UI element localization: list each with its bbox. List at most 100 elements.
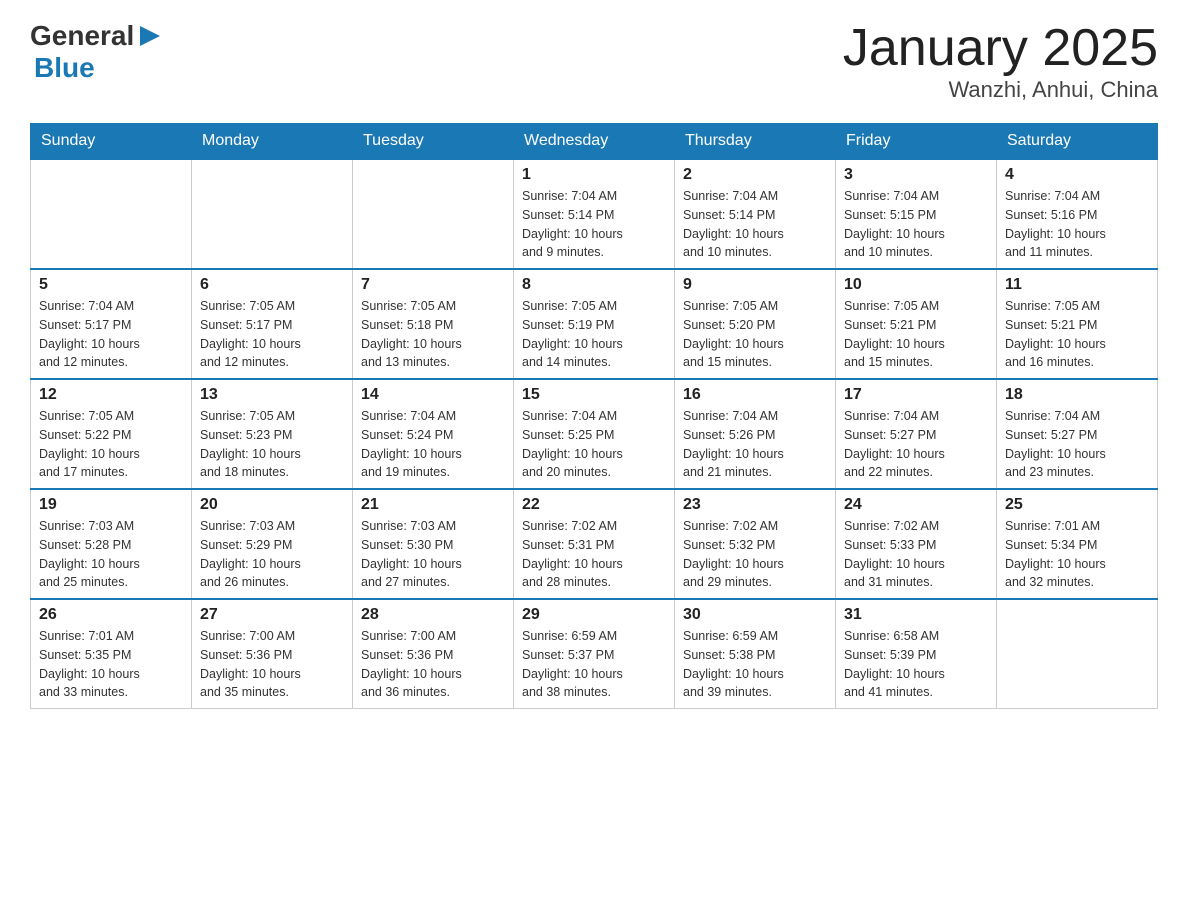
calendar-cell: 3 Sunrise: 7:04 AM Sunset: 5:15 PM Daylig… [836, 159, 997, 269]
day-info: Sunrise: 7:05 AM Sunset: 5:21 PM Dayligh… [844, 297, 988, 372]
calendar-cell [997, 599, 1158, 709]
logo-icon [136, 22, 164, 50]
day-info: Sunrise: 7:04 AM Sunset: 5:14 PM Dayligh… [683, 187, 827, 262]
day-info: Sunrise: 7:00 AM Sunset: 5:36 PM Dayligh… [200, 627, 344, 702]
day-info: Sunrise: 7:04 AM Sunset: 5:24 PM Dayligh… [361, 407, 505, 482]
day-info: Sunrise: 7:05 AM Sunset: 5:22 PM Dayligh… [39, 407, 183, 482]
day-info: Sunrise: 7:05 AM Sunset: 5:17 PM Dayligh… [200, 297, 344, 372]
day-number: 8 [522, 276, 666, 294]
weekday-header-row: SundayMondayTuesdayWednesdayThursdayFrid… [31, 124, 1158, 160]
day-number: 25 [1005, 496, 1149, 514]
day-info: Sunrise: 6:58 AM Sunset: 5:39 PM Dayligh… [844, 627, 988, 702]
day-info: Sunrise: 7:00 AM Sunset: 5:36 PM Dayligh… [361, 627, 505, 702]
calendar-cell: 21 Sunrise: 7:03 AM Sunset: 5:30 PM Dayli… [353, 489, 514, 599]
week-row-2: 5Sunrise: 7:04 AM Sunset: 5:17 PM Daylig… [31, 269, 1158, 379]
day-info: Sunrise: 7:04 AM Sunset: 5:15 PM Dayligh… [844, 187, 988, 262]
day-info: Sunrise: 7:04 AM Sunset: 5:16 PM Dayligh… [1005, 187, 1149, 262]
day-number: 17 [844, 386, 988, 404]
day-info: Sunrise: 7:01 AM Sunset: 5:35 PM Dayligh… [39, 627, 183, 702]
calendar-cell: 10 Sunrise: 7:05 AM Sunset: 5:21 PM Dayli… [836, 269, 997, 379]
day-number: 31 [844, 606, 988, 624]
weekday-header-sunday: Sunday [31, 124, 192, 160]
day-number: 10 [844, 276, 988, 294]
day-info: Sunrise: 6:59 AM Sunset: 5:37 PM Dayligh… [522, 627, 666, 702]
calendar-table: SundayMondayTuesdayWednesdayThursdayFrid… [30, 123, 1158, 709]
day-info: Sunrise: 7:05 AM Sunset: 5:19 PM Dayligh… [522, 297, 666, 372]
calendar-cell: 30 Sunrise: 6:59 AM Sunset: 5:38 PM Dayli… [675, 599, 836, 709]
day-number: 21 [361, 496, 505, 514]
day-number: 9 [683, 276, 827, 294]
day-info: Sunrise: 7:04 AM Sunset: 5:26 PM Dayligh… [683, 407, 827, 482]
day-number: 29 [522, 606, 666, 624]
day-info: Sunrise: 7:04 AM Sunset: 5:17 PM Dayligh… [39, 297, 183, 372]
day-number: 15 [522, 386, 666, 404]
day-number: 6 [200, 276, 344, 294]
logo-blue-text: Blue [34, 52, 95, 84]
calendar-cell: 31 Sunrise: 6:58 AM Sunset: 5:39 PM Dayli… [836, 599, 997, 709]
day-number: 19 [39, 496, 183, 514]
day-number: 16 [683, 386, 827, 404]
calendar-cell: 20 Sunrise: 7:03 AM Sunset: 5:29 PM Dayli… [192, 489, 353, 599]
day-number: 18 [1005, 386, 1149, 404]
calendar-cell: 11 Sunrise: 7:05 AM Sunset: 5:21 PM Dayli… [997, 269, 1158, 379]
day-number: 3 [844, 166, 988, 184]
calendar-cell: 26 Sunrise: 7:01 AM Sunset: 5:35 PM Dayli… [31, 599, 192, 709]
calendar-cell: 8 Sunrise: 7:05 AM Sunset: 5:19 PM Daylig… [514, 269, 675, 379]
calendar-cell [31, 159, 192, 269]
day-number: 7 [361, 276, 505, 294]
day-info: Sunrise: 7:05 AM Sunset: 5:20 PM Dayligh… [683, 297, 827, 372]
weekday-header-monday: Monday [192, 124, 353, 160]
calendar-cell: 24Sunrise: 7:02 AM Sunset: 5:33 PM Dayli… [836, 489, 997, 599]
day-number: 22 [522, 496, 666, 514]
calendar-cell: 14 Sunrise: 7:04 AM Sunset: 5:24 PM Dayli… [353, 379, 514, 489]
day-info: Sunrise: 7:02 AM Sunset: 5:31 PM Dayligh… [522, 517, 666, 592]
day-info: Sunrise: 7:03 AM Sunset: 5:28 PM Dayligh… [39, 517, 183, 592]
calendar-cell: 18 Sunrise: 7:04 AM Sunset: 5:27 PM Dayli… [997, 379, 1158, 489]
calendar-cell: 12Sunrise: 7:05 AM Sunset: 5:22 PM Dayli… [31, 379, 192, 489]
calendar-cell: 17 Sunrise: 7:04 AM Sunset: 5:27 PM Dayli… [836, 379, 997, 489]
day-number: 13 [200, 386, 344, 404]
day-number: 4 [1005, 166, 1149, 184]
day-number: 27 [200, 606, 344, 624]
weekday-header-wednesday: Wednesday [514, 124, 675, 160]
calendar-cell: 19 Sunrise: 7:03 AM Sunset: 5:28 PM Dayli… [31, 489, 192, 599]
calendar-cell: 16 Sunrise: 7:04 AM Sunset: 5:26 PM Dayli… [675, 379, 836, 489]
calendar-cell: 22 Sunrise: 7:02 AM Sunset: 5:31 PM Dayli… [514, 489, 675, 599]
weekday-header-friday: Friday [836, 124, 997, 160]
day-info: Sunrise: 7:03 AM Sunset: 5:30 PM Dayligh… [361, 517, 505, 592]
week-row-5: 26 Sunrise: 7:01 AM Sunset: 5:35 PM Dayli… [31, 599, 1158, 709]
day-number: 11 [1005, 276, 1149, 294]
calendar-cell: 29 Sunrise: 6:59 AM Sunset: 5:37 PM Dayli… [514, 599, 675, 709]
weekday-header-saturday: Saturday [997, 124, 1158, 160]
day-info: Sunrise: 7:05 AM Sunset: 5:23 PM Dayligh… [200, 407, 344, 482]
day-info: Sunrise: 7:03 AM Sunset: 5:29 PM Dayligh… [200, 517, 344, 592]
calendar-cell: 27 Sunrise: 7:00 AM Sunset: 5:36 PM Dayli… [192, 599, 353, 709]
day-info: Sunrise: 6:59 AM Sunset: 5:38 PM Dayligh… [683, 627, 827, 702]
day-info: Sunrise: 7:05 AM Sunset: 5:21 PM Dayligh… [1005, 297, 1149, 372]
week-row-4: 19 Sunrise: 7:03 AM Sunset: 5:28 PM Dayli… [31, 489, 1158, 599]
logo-general-text: General [30, 20, 134, 52]
calendar-cell: 2 Sunrise: 7:04 AM Sunset: 5:14 PM Daylig… [675, 159, 836, 269]
calendar-cell: 15Sunrise: 7:04 AM Sunset: 5:25 PM Dayli… [514, 379, 675, 489]
calendar-cell: 23Sunrise: 7:02 AM Sunset: 5:32 PM Dayli… [675, 489, 836, 599]
day-number: 14 [361, 386, 505, 404]
calendar-cell: 6 Sunrise: 7:05 AM Sunset: 5:17 PM Daylig… [192, 269, 353, 379]
calendar-cell: 13 Sunrise: 7:05 AM Sunset: 5:23 PM Dayli… [192, 379, 353, 489]
calendar-cell: 7Sunrise: 7:05 AM Sunset: 5:18 PM Daylig… [353, 269, 514, 379]
day-info: Sunrise: 7:01 AM Sunset: 5:34 PM Dayligh… [1005, 517, 1149, 592]
logo: General Blue [30, 20, 164, 84]
day-info: Sunrise: 7:04 AM Sunset: 5:27 PM Dayligh… [1005, 407, 1149, 482]
calendar-cell [192, 159, 353, 269]
title-block: January 2025 Wanzhi, Anhui, China [843, 20, 1158, 103]
calendar-cell: 9 Sunrise: 7:05 AM Sunset: 5:20 PM Daylig… [675, 269, 836, 379]
weekday-header-thursday: Thursday [675, 124, 836, 160]
day-number: 2 [683, 166, 827, 184]
calendar-cell: 28Sunrise: 7:00 AM Sunset: 5:36 PM Dayli… [353, 599, 514, 709]
calendar-cell: 1Sunrise: 7:04 AM Sunset: 5:14 PM Daylig… [514, 159, 675, 269]
day-number: 30 [683, 606, 827, 624]
day-number: 26 [39, 606, 183, 624]
day-number: 1 [522, 166, 666, 184]
day-number: 20 [200, 496, 344, 514]
day-number: 23 [683, 496, 827, 514]
day-info: Sunrise: 7:04 AM Sunset: 5:27 PM Dayligh… [844, 407, 988, 482]
